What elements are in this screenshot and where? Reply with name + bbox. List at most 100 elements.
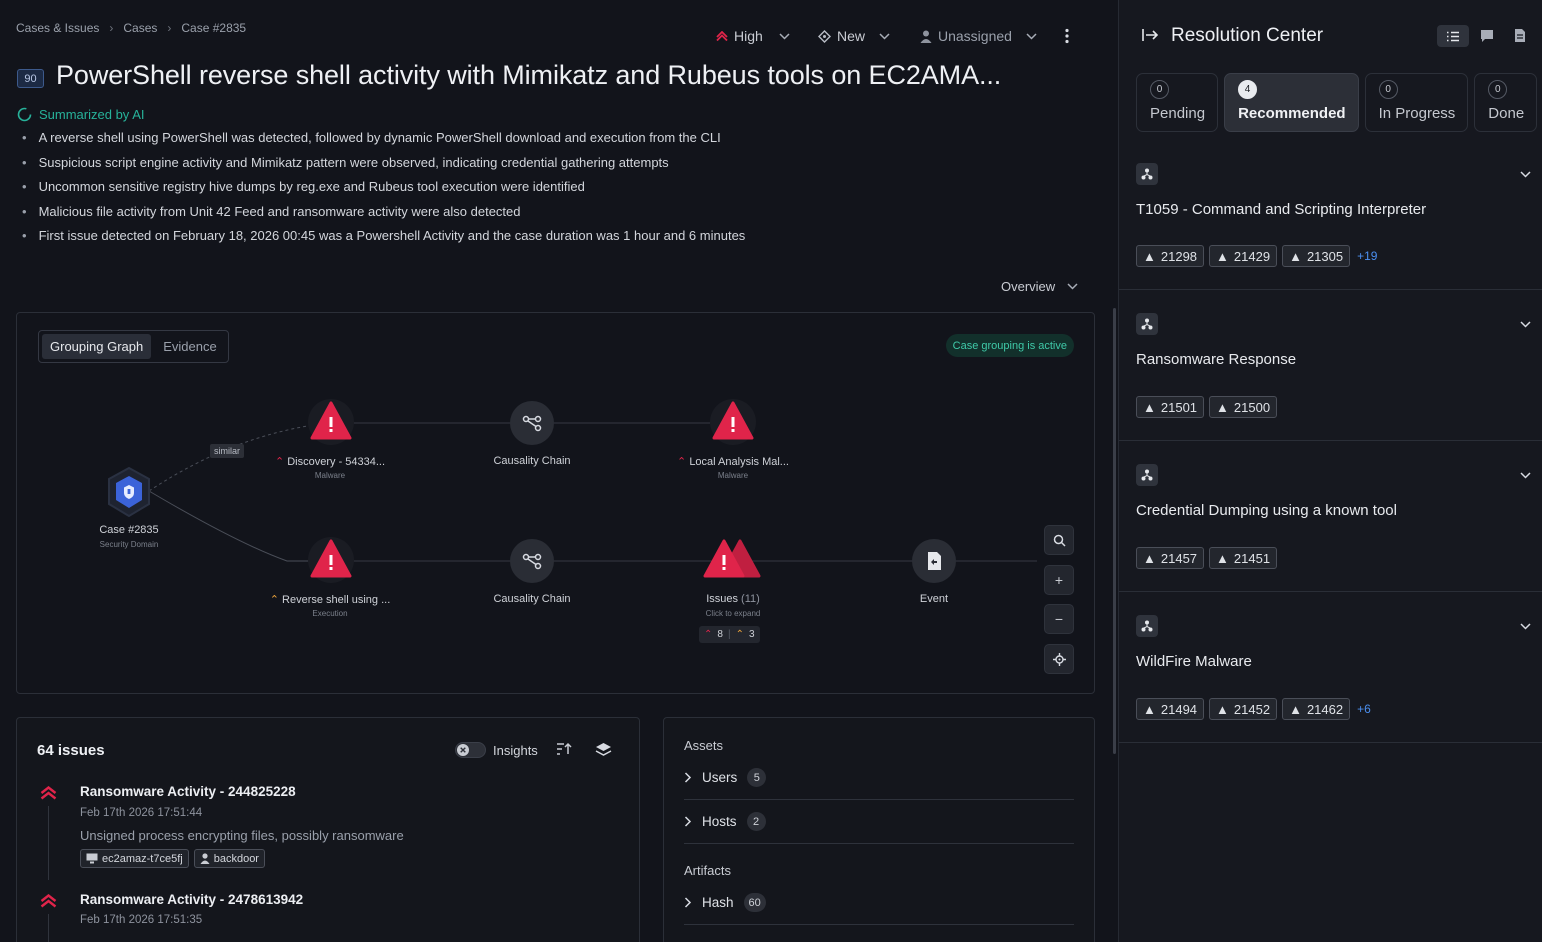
issue-chip[interactable]: ▲ 21298 (1136, 245, 1205, 267)
artifacts-hash-row[interactable]: Hash 60 (684, 893, 1074, 912)
divider (684, 924, 1074, 925)
chevron-down-icon[interactable] (1520, 171, 1531, 178)
warning-icon: ▲ (1289, 248, 1302, 264)
issue-time: Feb 17th 2026 17:51:44 (80, 807, 203, 819)
tab-label: In Progress (1378, 105, 1456, 122)
playbook-icon (1136, 615, 1158, 637)
event-node[interactable] (911, 538, 957, 589)
ai-spinner-icon (17, 107, 32, 122)
tab-count: 4 (1238, 80, 1258, 99)
toggle-off-icon (455, 742, 486, 758)
reverse-shell-node-sub: Execution (312, 609, 348, 618)
tab-label: Done (1488, 105, 1525, 122)
sort-icon[interactable] (556, 742, 572, 761)
list-item: • A reverse shell using PowerShell was de… (22, 130, 721, 145)
status-dropdown[interactable]: New (818, 28, 890, 44)
list-view-button[interactable] (1437, 25, 1469, 47)
list-item: • First issue detected on February 18, 20… (22, 228, 746, 244)
breadcrumb-cases[interactable]: Cases (123, 21, 157, 35)
hash-label: Hash (702, 895, 734, 910)
issue-chip[interactable]: ▲ 21305 (1282, 245, 1351, 267)
layers-icon[interactable] (595, 742, 612, 762)
causality-chain-node[interactable] (509, 538, 555, 589)
issue-chip[interactable]: ▲ 21457 (1136, 547, 1205, 569)
causality-chain-node[interactable] (509, 400, 555, 451)
list-icon (1447, 31, 1459, 41)
warning-icon: ▲ (1216, 550, 1229, 566)
event-file-icon (912, 539, 956, 583)
alert-triangle-icon (710, 399, 756, 445)
issue-title[interactable]: Ransomware Activity - 2478613942 (80, 892, 303, 907)
alert-triangle-icon (308, 537, 354, 583)
issue-chip[interactable]: ▲ 21501 (1136, 396, 1205, 418)
tab-done[interactable]: 0 Done (1474, 73, 1538, 132)
issues-count-title: 64 issues (37, 742, 105, 759)
grouping-graph-panel: Grouping Graph Evidence Case grouping is… (16, 312, 1095, 694)
chevron-down-icon[interactable] (1520, 321, 1531, 328)
issues-group-node[interactable] (700, 536, 766, 589)
scrollbar[interactable] (1113, 308, 1116, 754)
status-label: New (837, 28, 866, 44)
status-new-icon (818, 29, 831, 43)
breadcrumb-cases-issues[interactable]: Cases & Issues (16, 21, 99, 35)
assignee-dropdown[interactable]: Unassigned (920, 28, 1037, 44)
assets-title: Assets (684, 738, 724, 753)
local-analysis-issue-node[interactable] (709, 398, 757, 451)
issue-chip[interactable]: ▲ 21452 (1209, 698, 1278, 720)
hosts-count: 2 (746, 812, 766, 831)
zoom-in-button[interactable]: + (1044, 565, 1074, 595)
user-tag[interactable]: backdoor (193, 849, 265, 868)
overview-label: Overview (1001, 279, 1056, 294)
warning-icon: ▲ (1289, 701, 1302, 717)
chevron-down-icon[interactable] (1520, 623, 1531, 630)
issue-chip[interactable]: ▲ 21500 (1209, 396, 1278, 418)
assets-panel: Assets Users 5 Hosts 2 Artifacts Hash 60 (663, 717, 1095, 942)
graph-search-button[interactable] (1044, 525, 1074, 555)
severity-label: High (734, 28, 763, 44)
warning-icon: ▲ (1143, 399, 1156, 415)
insights-toggle[interactable]: Insights (455, 742, 538, 758)
reverse-shell-issue-node[interactable] (307, 536, 355, 589)
zoom-out-button[interactable]: − (1044, 604, 1074, 634)
issue-chip[interactable]: ▲ 21462 (1282, 698, 1351, 720)
alert-triangle-icon (308, 399, 354, 445)
discovery-issue-node[interactable] (307, 398, 355, 451)
case-score-badge: 90 (17, 69, 44, 88)
warning-icon: ▲ (1216, 248, 1229, 264)
playbook-card[interactable]: WildFire Malware ▲ 21494 ▲ 21452 ▲ 21462 +6 (1119, 592, 1542, 743)
more-issues-link[interactable]: +6 (1357, 702, 1371, 716)
issue-tags: ec2amaz-t7ce5fj backdoor (80, 849, 265, 868)
playbook-card[interactable]: Credential Dumping using a known tool ▲ 2… (1119, 441, 1542, 592)
case-node-sub: Security Domain (99, 540, 159, 549)
issue-chip[interactable]: ▲ 21429 (1209, 245, 1278, 267)
list-item: • Malicious file activity from Unit 42 Fe… (22, 203, 521, 219)
hosts-label: Hosts (702, 814, 737, 829)
more-options-icon[interactable] (1062, 28, 1072, 49)
recenter-button[interactable] (1044, 644, 1074, 674)
chevron-down-icon (1067, 283, 1078, 290)
issue-title[interactable]: Ransomware Activity - 244825228 (80, 784, 296, 799)
issue-chip[interactable]: ▲ 21494 (1136, 698, 1205, 720)
tab-recommended[interactable]: 4 Recommended (1224, 73, 1359, 132)
document-icon[interactable] (1514, 28, 1526, 48)
playbook-card[interactable]: Ransomware Response ▲ 21501 ▲ 21500 (1119, 290, 1542, 441)
collapse-panel-icon[interactable] (1142, 28, 1159, 47)
chevron-down-icon[interactable] (1520, 472, 1531, 479)
playbook-card[interactable]: T1059 - Command and Scripting Interprete… (1119, 139, 1542, 290)
chevron-down-icon (879, 32, 890, 40)
tab-in-progress[interactable]: 0 In Progress (1364, 73, 1469, 132)
severity-dropdown[interactable]: High (716, 28, 790, 44)
case-node[interactable] (105, 466, 153, 523)
issue-chip[interactable]: ▲ 21451 (1209, 547, 1278, 569)
assets-hosts-row[interactable]: Hosts 2 (684, 812, 1074, 831)
host-tag[interactable]: ec2amaz-t7ce5fj (80, 849, 189, 868)
comment-icon[interactable] (1480, 29, 1494, 48)
warning-icon: ▲ (1216, 399, 1229, 415)
more-issues-link[interactable]: +19 (1357, 249, 1377, 263)
tab-pending[interactable]: 0 Pending (1136, 73, 1219, 132)
overview-dropdown[interactable]: Overview (1001, 279, 1078, 294)
assignee-label: Unassigned (938, 28, 1012, 44)
assets-users-row[interactable]: Users 5 (684, 768, 1074, 787)
tab-count: 0 (1150, 80, 1169, 99)
event-node-label: Event (919, 593, 949, 605)
